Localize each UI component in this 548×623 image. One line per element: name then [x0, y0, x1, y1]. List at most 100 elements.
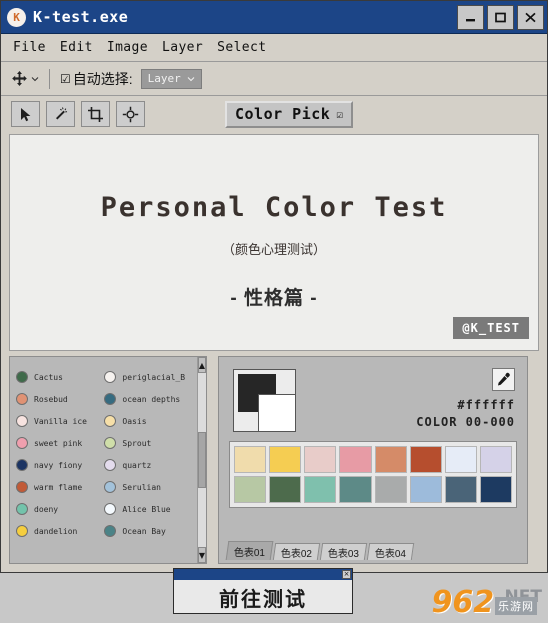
swatch-color-dot[interactable]	[104, 481, 117, 493]
autoselect-label: 自动选择:	[72, 70, 133, 87]
foreground-background-swatch[interactable]	[233, 369, 296, 432]
palette-cell[interactable]	[479, 476, 512, 503]
options-bar: ☑ 自动选择: Layer	[1, 62, 547, 96]
swatch-item[interactable]: navy fiony	[16, 454, 104, 476]
palette-cell[interactable]	[479, 446, 512, 473]
palette-cell[interactable]	[339, 446, 372, 473]
palette-cell[interactable]	[269, 476, 302, 503]
maximize-button[interactable]	[487, 4, 514, 30]
crop-tool-button[interactable]	[81, 101, 110, 127]
scroll-down-button[interactable]: ▼	[197, 547, 206, 563]
menu-item-image[interactable]: Image	[107, 40, 148, 55]
palette-cell[interactable]	[444, 446, 477, 473]
swatch-color-dot[interactable]	[16, 481, 28, 493]
menu-item-file[interactable]: File	[13, 40, 46, 55]
palette-tab-label: 色表02	[281, 548, 313, 560]
swatch-color-dot[interactable]	[16, 393, 28, 405]
palette-cell[interactable]	[304, 446, 337, 473]
color-pick-button[interactable]: Color Pick ☑	[225, 100, 354, 128]
layer-dropdown[interactable]: Layer	[140, 68, 202, 89]
swatch-item[interactable]: doeny	[16, 498, 104, 520]
swatch-item[interactable]: quartz	[104, 454, 192, 476]
palette-grid[interactable]	[229, 441, 517, 508]
palette-tab[interactable]: 色表04	[367, 543, 415, 560]
swatch-scrollbar[interactable]: ▲ ▼	[196, 357, 206, 563]
canvas-subtitle: （颜色心理测试）	[221, 242, 326, 257]
palette-cell[interactable]	[409, 476, 442, 503]
palette-tab[interactable]: 色表01	[225, 541, 274, 560]
close-button[interactable]	[517, 4, 544, 30]
swatch-color-dot[interactable]	[104, 415, 117, 427]
menu-item-select[interactable]: Select	[217, 40, 266, 55]
swatch-name-label: dandelion	[34, 526, 78, 536]
palette-cell[interactable]	[444, 476, 477, 503]
scrollbar-track[interactable]	[197, 373, 206, 547]
eyedropper-icon	[498, 372, 510, 386]
menu-item-edit[interactable]: Edit	[60, 40, 93, 55]
swatch-name-label: Cactus	[34, 372, 63, 382]
dialog-close-button[interactable]: ×	[342, 570, 351, 579]
swatch-color-dot[interactable]	[16, 459, 28, 471]
swatch-color-dot[interactable]	[104, 371, 117, 383]
palette-cell[interactable]	[304, 476, 337, 503]
eyedropper-button[interactable]	[492, 368, 515, 391]
swatch-list[interactable]: Cactus periglacial_B Rosebud ocean depths Va…	[10, 357, 197, 563]
swatch-color-dot[interactable]	[104, 459, 117, 471]
swatch-item[interactable]: Sprout	[104, 432, 192, 454]
scrollbar-thumb[interactable]	[197, 432, 206, 488]
swatch-item[interactable]: periglacial_B	[104, 366, 192, 388]
swatch-name-label: warm flame	[34, 482, 83, 492]
magic-wand-tool-button[interactable]	[46, 101, 75, 127]
palette-tabs[interactable]: 色表01 色表02 色表03 色表04	[225, 541, 416, 560]
move-target-tool-button[interactable]	[116, 101, 145, 127]
swatch-color-dot[interactable]	[16, 525, 28, 537]
goto-test-button[interactable]: 前往测试	[174, 580, 352, 614]
swatch-item[interactable]: Oasis	[104, 410, 192, 432]
autoselect-checkbox[interactable]: ☑	[60, 72, 71, 86]
background-color-square[interactable]	[258, 394, 296, 432]
swatch-item[interactable]: Vanilla ice	[16, 410, 104, 432]
palette-cell[interactable]	[374, 446, 407, 473]
scroll-up-button[interactable]: ▲	[197, 357, 206, 373]
swatch-color-dot[interactable]	[104, 503, 117, 515]
layer-dropdown-value: Layer	[147, 72, 181, 85]
swatch-item[interactable]: Alice Blue	[104, 498, 192, 520]
watermark: 962 .NET 乐游网	[431, 587, 542, 618]
swatch-color-dot[interactable]	[16, 371, 28, 383]
menu-item-layer[interactable]: Layer	[162, 40, 203, 55]
swatch-color-dot[interactable]	[104, 525, 117, 537]
swatch-name-label: Serulian	[122, 482, 161, 492]
swatch-color-dot[interactable]	[104, 393, 117, 405]
swatch-item[interactable]: sweet pink	[16, 432, 104, 454]
swatch-name-label: Alice Blue	[122, 504, 171, 514]
palette-tab[interactable]: 色表02	[272, 543, 321, 560]
move-tool-button[interactable]	[11, 70, 39, 87]
swatch-item[interactable]: warm flame	[16, 476, 104, 498]
palette-cell[interactable]	[409, 446, 442, 473]
swatch-color-dot[interactable]	[104, 437, 117, 449]
swatch-item[interactable]: Ocean Bay	[104, 520, 192, 542]
pointer-tool-button[interactable]	[11, 101, 40, 127]
minimize-button[interactable]	[457, 4, 484, 30]
swatch-color-dot[interactable]	[16, 503, 28, 515]
swatch-item[interactable]: ocean depths	[104, 388, 192, 410]
swatch-item[interactable]: Serulian	[104, 476, 192, 498]
palette-tab[interactable]: 色表03	[320, 543, 368, 560]
title-bar: K K-test.exe	[1, 1, 547, 34]
palette-cell[interactable]	[234, 476, 267, 503]
chevron-down-icon	[187, 76, 195, 81]
swatch-item[interactable]: Rosebud	[16, 388, 104, 410]
swatch-name-label: periglacial_B	[122, 372, 186, 382]
swatch-color-dot[interactable]	[16, 415, 28, 427]
palette-cell[interactable]	[339, 476, 372, 503]
palette-tab-label: 色表04	[375, 548, 407, 560]
palette-cell[interactable]	[234, 446, 267, 473]
swatch-item[interactable]: Cactus	[16, 366, 104, 388]
palette-cell[interactable]	[374, 476, 407, 503]
application-window: K K-test.exe File Edit Image Layer Selec…	[0, 0, 548, 573]
window-title: K-test.exe	[33, 8, 129, 26]
swatch-color-dot[interactable]	[16, 437, 28, 449]
palette-cell[interactable]	[269, 446, 302, 473]
swatch-item[interactable]: dandelion	[16, 520, 104, 542]
canvas-area[interactable]: Personal Color Test （颜色心理测试） - 性格篇 - @K_…	[9, 134, 539, 351]
